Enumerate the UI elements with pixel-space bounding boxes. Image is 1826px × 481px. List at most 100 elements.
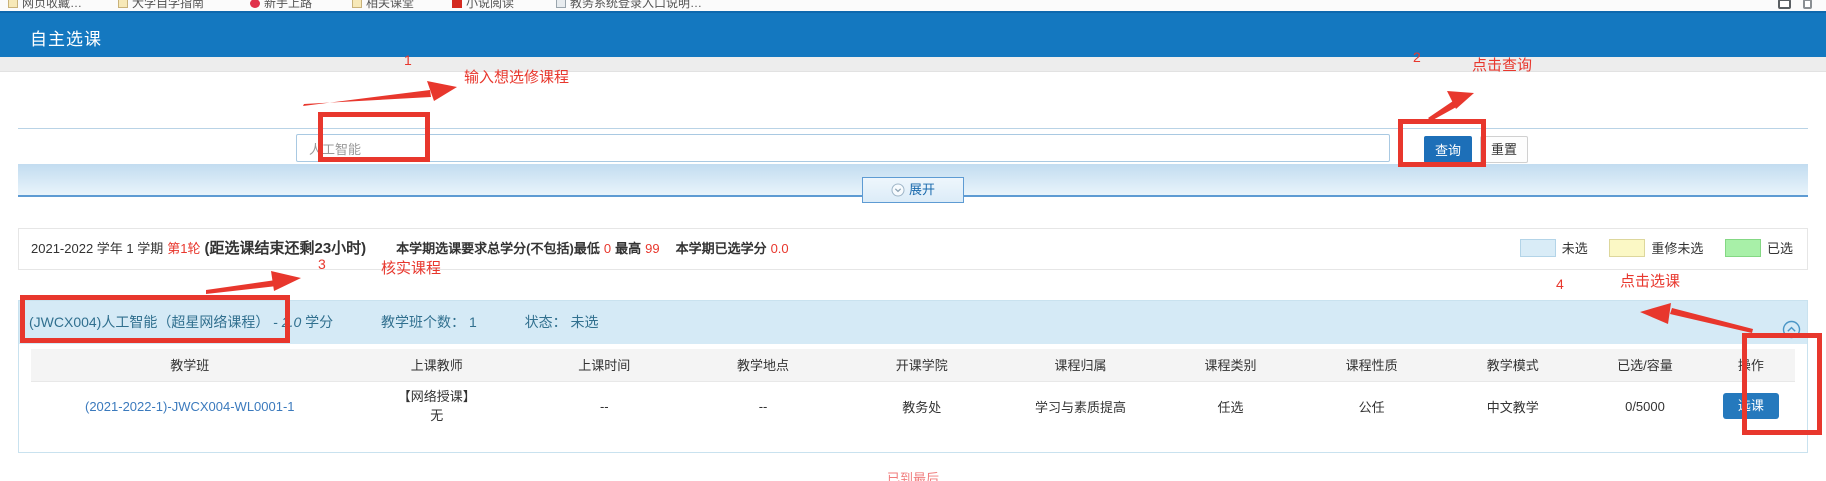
course-title: (JWCX004)人工智能（超星网络课程） - bbox=[29, 314, 278, 330]
table-row: (2021-2022-1)-JWCX004-WL0001-1 【网络授课】无 -… bbox=[31, 381, 1795, 431]
red-circle-icon bbox=[250, 0, 260, 8]
query-button[interactable]: 查询 bbox=[1424, 136, 1472, 163]
round-text: 第1轮 bbox=[167, 241, 200, 256]
header-substrip bbox=[0, 57, 1826, 72]
device-icon[interactable] bbox=[1778, 0, 1791, 9]
search-panel: 查询 重置 展开 bbox=[18, 128, 1808, 203]
legend-label-retake: 重修未选 bbox=[1651, 241, 1703, 256]
doc-icon bbox=[556, 0, 566, 8]
college-cell: 教务处 bbox=[842, 381, 1001, 431]
annotation-step2-number: 2 bbox=[1413, 49, 1421, 65]
course-credit-unit: 学分 bbox=[305, 314, 333, 330]
end-of-list-text: 已到最后 bbox=[0, 468, 1826, 481]
bookmark-label: 小说阅读 bbox=[466, 0, 514, 10]
semester-info-bar: 2021-2022 学年 1 学期第1轮 (距选课结束还剩23小时) 本学期选课要求… bbox=[18, 228, 1808, 270]
class-code-cell: (2021-2022-1)-JWCX004-WL0001-1 bbox=[31, 381, 349, 431]
place-cell: -- bbox=[684, 381, 843, 431]
bookmark-item[interactable]: 网页收藏… bbox=[8, 0, 82, 11]
col-header-capacity: 已选/容量 bbox=[1583, 349, 1706, 381]
expand-label: 展开 bbox=[909, 182, 935, 197]
max-credit-label: 最高 bbox=[615, 241, 641, 256]
legend-swatch-unselected bbox=[1520, 239, 1556, 257]
course-credit-value: 2.0 bbox=[282, 314, 301, 330]
legend-swatch-selected bbox=[1725, 239, 1761, 257]
bookmark-label: 新手上路 bbox=[264, 0, 312, 10]
legend-swatch-retake bbox=[1609, 239, 1645, 257]
arrow-step3-icon bbox=[206, 271, 301, 294]
annotation-step4-label: 点击选课 bbox=[1620, 270, 1680, 291]
legend-label-unselected: 未选 bbox=[1562, 241, 1588, 256]
col-header-affiliation: 课程归属 bbox=[1001, 349, 1160, 381]
course-search-input[interactable] bbox=[296, 134, 1390, 162]
category-cell: 任选 bbox=[1160, 381, 1301, 431]
class-code-link[interactable]: (2021-2022-1)-JWCX004-WL0001-1 bbox=[85, 399, 295, 414]
arrow-step1-icon bbox=[303, 81, 457, 106]
teaching-class-table: 教学班 上课教师 上课时间 教学地点 开课学院 课程归属 课程类别 课程性质 教… bbox=[31, 349, 1795, 431]
bookmark-label: 相关课堂 bbox=[366, 0, 414, 10]
selected-credit-label: 本学期已选学分 bbox=[676, 241, 767, 256]
col-header-college: 开课学院 bbox=[842, 349, 1001, 381]
page-header: 自主选课 bbox=[0, 11, 1826, 57]
nature-cell: 公任 bbox=[1301, 381, 1442, 431]
annotation-step3-number: 3 bbox=[318, 256, 326, 272]
annotation-step3-label: 核实课程 bbox=[381, 257, 441, 278]
col-header-nature: 课程性质 bbox=[1301, 349, 1442, 381]
col-header-category: 课程类别 bbox=[1160, 349, 1301, 381]
capacity-cell: 0/5000 bbox=[1583, 381, 1706, 431]
reset-button[interactable]: 重置 bbox=[1480, 136, 1528, 163]
status-label: 状态： bbox=[525, 314, 567, 330]
table-header-row: 教学班 上课教师 上课时间 教学地点 开课学院 课程归属 课程类别 课程性质 教… bbox=[31, 349, 1795, 381]
more-icon[interactable] bbox=[1803, 0, 1812, 9]
bookmark-item[interactable]: 教务系统登录入口说明… bbox=[556, 0, 702, 11]
bookmark-item[interactable]: 新手上路 bbox=[250, 0, 312, 11]
time-cell: -- bbox=[525, 381, 684, 431]
chevron-down-circle-icon bbox=[891, 183, 905, 197]
bookmark-label: 网页收藏… bbox=[22, 0, 82, 10]
teacher-cell: 【网络授课】无 bbox=[349, 381, 525, 431]
folder-icon bbox=[118, 0, 128, 8]
teacher-name: 无 bbox=[430, 408, 443, 423]
annotation-step1-label: 输入想选修课程 bbox=[464, 66, 569, 87]
class-count-value: 1 bbox=[469, 314, 477, 330]
affiliation-cell: 学习与素质提高 bbox=[1001, 381, 1160, 431]
col-header-class: 教学班 bbox=[31, 349, 349, 381]
red-square-icon bbox=[452, 0, 462, 8]
selected-credit-value: 0.0 bbox=[771, 241, 789, 256]
min-credit-value: 0 bbox=[604, 241, 611, 256]
countdown-text: (距选课结束还剩23小时) bbox=[204, 240, 366, 257]
browser-bookmarks-bar: 网页收藏… 大学自学指南 新手上路 相关课堂 小说阅读 教务系统登录入口说明… bbox=[0, 0, 1826, 11]
class-count-label: 教学班个数： bbox=[381, 314, 465, 330]
folder-icon bbox=[352, 0, 362, 8]
course-selection-page: { "bookmarks_bar": { "items": [ { "label… bbox=[0, 0, 1826, 481]
action-cell: 选课 bbox=[1707, 381, 1795, 431]
bookmark-item[interactable]: 小说阅读 bbox=[452, 0, 514, 11]
max-credit-value: 99 bbox=[645, 241, 659, 256]
col-header-mode: 教学模式 bbox=[1442, 349, 1583, 381]
credit-requirement-label: 本学期选课要求总学分(不包括)最低 bbox=[396, 241, 600, 256]
browser-toolbar-icons bbox=[1770, 0, 1812, 11]
bookmark-item[interactable]: 大学自学指南 bbox=[118, 0, 204, 11]
mode-cell: 中文教学 bbox=[1442, 381, 1583, 431]
course-header-band[interactable]: (JWCX004)人工智能（超星网络课程） - 2.0 学分 教学班个数： 1 … bbox=[19, 301, 1807, 344]
col-header-place: 教学地点 bbox=[684, 349, 843, 381]
annotation-step2-label: 点击查询 bbox=[1472, 54, 1532, 75]
teacher-tag: 【网络授课】 bbox=[349, 388, 525, 405]
legend-label-selected: 已选 bbox=[1767, 241, 1793, 256]
course-panel: (JWCX004)人工智能（超星网络课程） - 2.0 学分 教学班个数： 1 … bbox=[18, 300, 1808, 453]
annotation-step4-number: 4 bbox=[1556, 276, 1564, 292]
page-title: 自主选课 bbox=[30, 25, 102, 50]
collapse-course-icon[interactable] bbox=[1782, 313, 1801, 356]
bookmark-label: 教务系统登录入口说明… bbox=[570, 0, 702, 10]
select-course-button[interactable]: 选课 bbox=[1723, 393, 1779, 419]
arrow-step2-icon bbox=[1428, 91, 1474, 121]
col-header-time: 上课时间 bbox=[525, 349, 684, 381]
expand-toggle[interactable]: 展开 bbox=[862, 177, 964, 203]
folder-icon bbox=[8, 0, 18, 8]
bookmark-label: 大学自学指南 bbox=[132, 0, 204, 10]
annotation-step1-number: 1 bbox=[404, 52, 412, 68]
term-text: 2021-2022 学年 1 学期 bbox=[19, 241, 163, 256]
bookmark-item[interactable]: 相关课堂 bbox=[352, 0, 414, 11]
status-legend: 未选 重修未选 已选 bbox=[1502, 229, 1793, 269]
col-header-teacher: 上课教师 bbox=[349, 349, 525, 381]
status-value: 未选 bbox=[571, 314, 599, 330]
